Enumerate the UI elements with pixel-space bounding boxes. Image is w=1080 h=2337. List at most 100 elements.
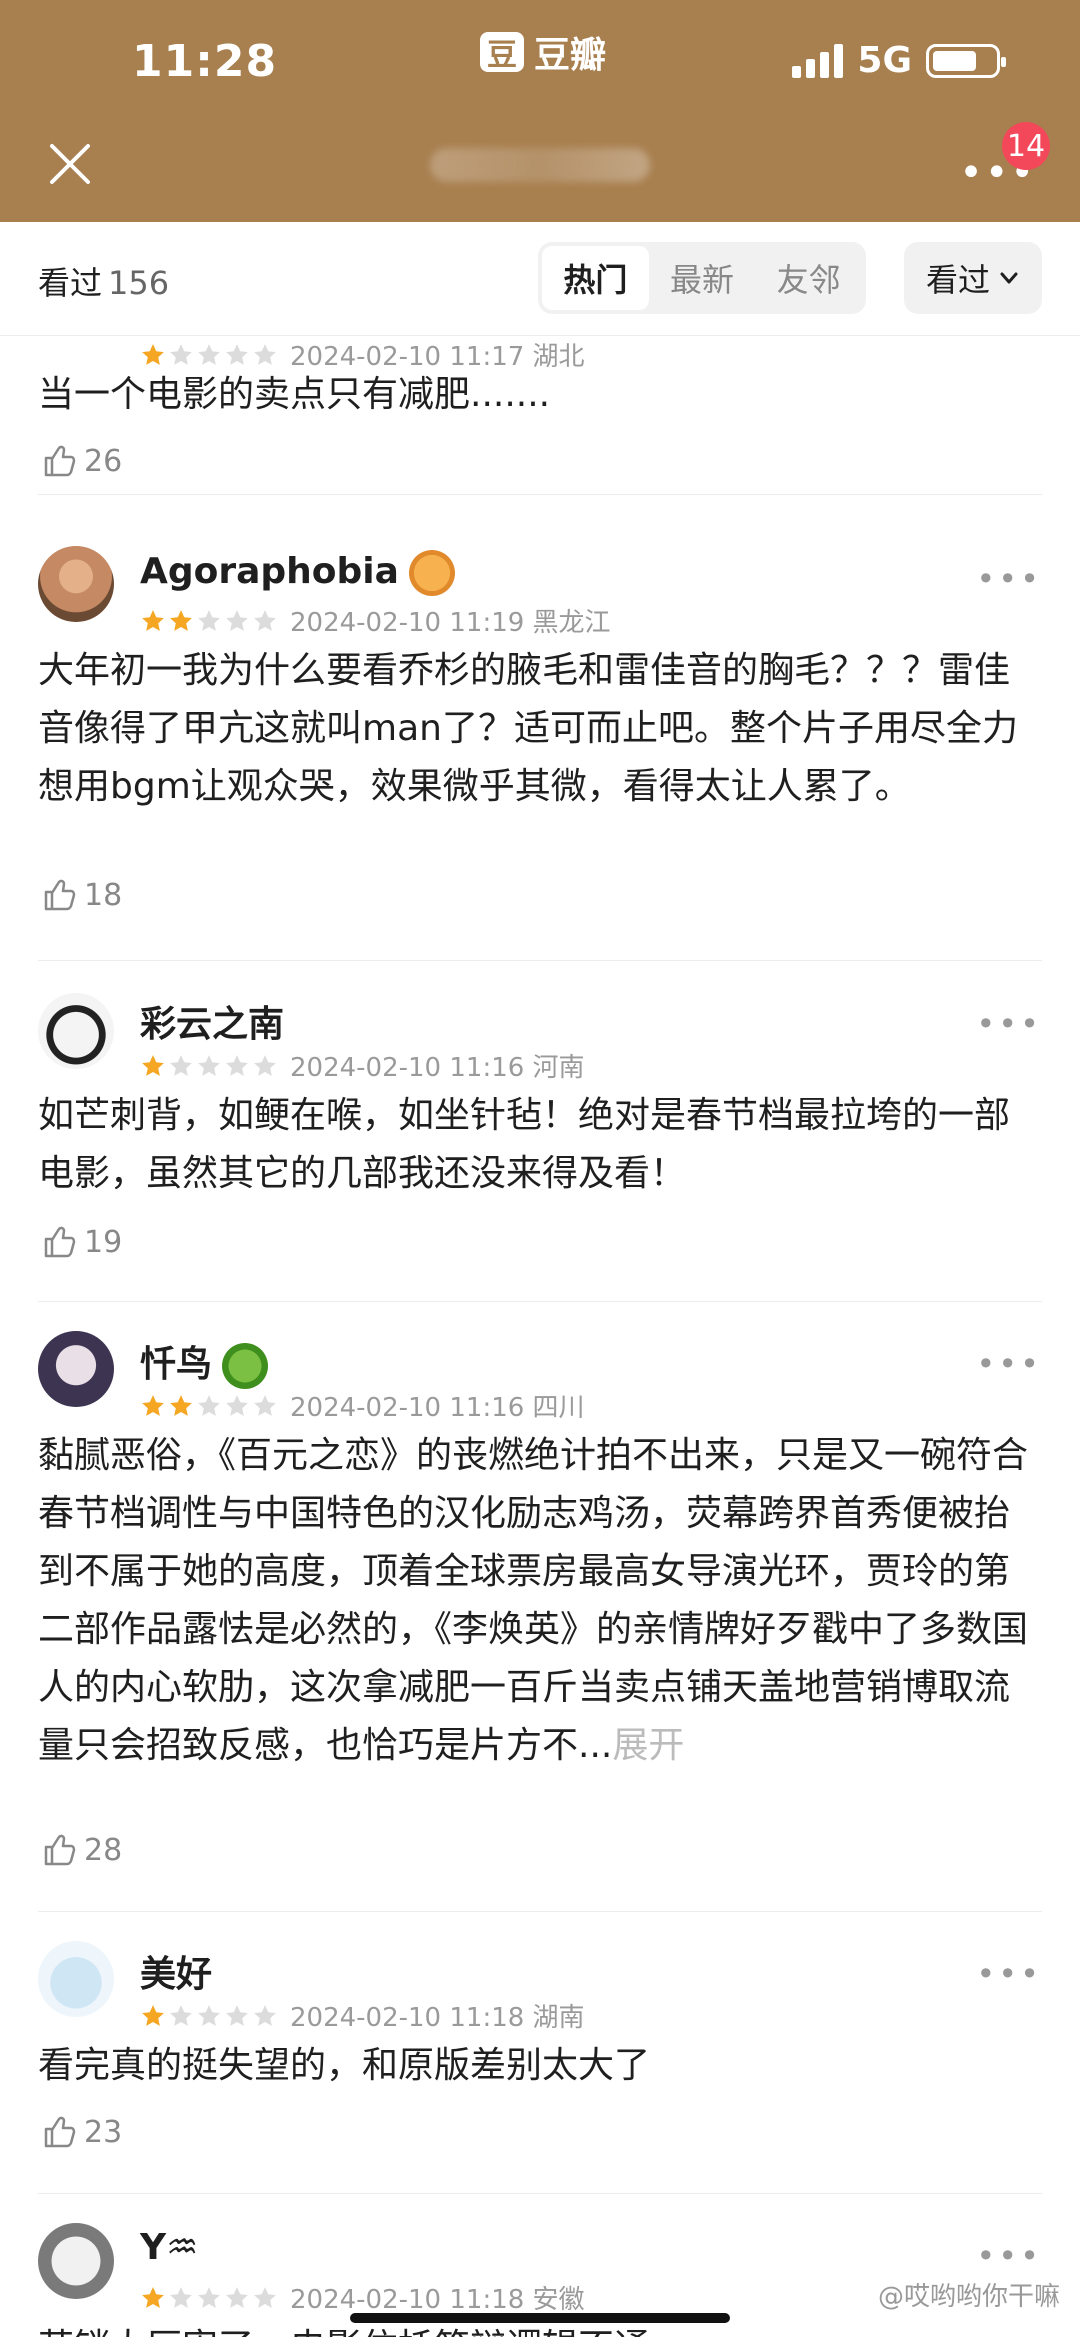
- user-avatar[interactable]: [38, 2223, 114, 2299]
- like-button[interactable]: 23: [40, 2113, 122, 2151]
- star-empty-icon: [198, 343, 220, 365]
- star-filled-icon: [142, 1394, 164, 1416]
- thumbs-up-icon: [44, 1226, 76, 1258]
- tiger-badge-icon: [408, 550, 455, 596]
- status-indicators: 5G: [792, 40, 1006, 81]
- like-button[interactable]: 28: [40, 1831, 122, 1869]
- rating-stars: [140, 2285, 278, 2311]
- tab-friends[interactable]: 友邻: [755, 246, 862, 310]
- star-filled-icon: [170, 1394, 192, 1416]
- chevron-down-icon: [1000, 272, 1018, 284]
- star-empty-icon: [226, 2004, 248, 2026]
- star-empty-icon: [198, 609, 220, 631]
- review-text: 当一个电影的卖点只有减肥.......: [38, 374, 551, 415]
- review-more-icon[interactable]: •••: [976, 1345, 1042, 1383]
- star-filled-icon: [170, 609, 192, 631]
- star-empty-icon: [170, 2004, 192, 2026]
- dragon-badge-icon: [222, 1343, 269, 1389]
- status-filter-label: 看过: [925, 261, 990, 299]
- expand-link[interactable]: 展开: [612, 1725, 684, 1766]
- status-app: 豆 豆瓣: [480, 26, 606, 78]
- star-empty-icon: [226, 2286, 248, 2308]
- user-avatar[interactable]: [38, 993, 114, 1069]
- review-text: 看完真的挺失望的，和原版差别太大了: [38, 2045, 651, 2086]
- seen-summary: 看过 156: [38, 258, 169, 304]
- star-empty-icon: [226, 1394, 248, 1416]
- blurred-title: [430, 148, 650, 182]
- like-count: 28: [84, 1832, 123, 1868]
- star-empty-icon: [254, 1054, 276, 1076]
- star-empty-icon: [198, 2004, 220, 2026]
- review-item: 美好 2024-02-10 11:18 湖南 ••• 看完真的挺失望的，和原版差…: [0, 1911, 1080, 2194]
- like-button[interactable]: 18: [40, 876, 122, 914]
- like-count: 19: [84, 1224, 123, 1260]
- review-list: 2024-02-10 11:17 湖北 当一个电影的卖点只有减肥....... …: [0, 336, 1080, 2337]
- star-empty-icon: [198, 1054, 220, 1076]
- seen-label: 看过: [38, 264, 103, 302]
- like-count: 23: [84, 2114, 123, 2150]
- user-avatar[interactable]: [38, 1941, 114, 2017]
- douban-logo-icon: 豆: [480, 32, 524, 73]
- review-meta-text: 2024-02-10 11:19 黑龙江: [290, 608, 611, 638]
- like-button[interactable]: 26: [40, 442, 122, 480]
- review-item: 忏鸟 2024-02-10 11:16 四川 ••• 黏腻恶俗，《百元之恋》的丧…: [0, 1301, 1080, 1912]
- review-more-icon[interactable]: •••: [976, 1955, 1042, 1993]
- thumbs-up-icon: [44, 1834, 76, 1866]
- review-meta: 2024-02-10 11:16 河南: [140, 1047, 585, 1084]
- thumbs-up-icon: [44, 445, 76, 477]
- app-name: 豆瓣: [534, 35, 607, 76]
- star-empty-icon: [226, 343, 248, 365]
- divider: [38, 494, 1042, 495]
- rating-stars: [140, 2003, 278, 2029]
- star-filled-icon: [142, 609, 164, 631]
- user-avatar[interactable]: [38, 546, 114, 622]
- star-empty-icon: [254, 343, 276, 365]
- username[interactable]: Y♒: [140, 2227, 198, 2268]
- close-icon[interactable]: [44, 138, 96, 190]
- watermark: @哎哟哟你干嘛: [877, 2282, 1060, 2312]
- star-empty-icon: [226, 1054, 248, 1076]
- username[interactable]: 美好: [140, 1945, 212, 1997]
- star-filled-icon: [142, 343, 164, 365]
- star-empty-icon: [254, 2286, 276, 2308]
- username[interactable]: Agoraphobia: [140, 550, 455, 596]
- star-empty-icon: [254, 609, 276, 631]
- username[interactable]: 忏鸟: [140, 1335, 269, 1389]
- like-count: 18: [84, 877, 123, 913]
- star-filled-icon: [142, 2004, 164, 2026]
- star-empty-icon: [198, 1394, 220, 1416]
- username-text: Agoraphobia: [140, 551, 399, 592]
- review-more-icon[interactable]: •••: [976, 560, 1042, 598]
- thumbs-up-icon: [44, 2116, 76, 2148]
- review-more-icon[interactable]: •••: [976, 1005, 1042, 1043]
- username[interactable]: 彩云之南: [140, 995, 284, 1047]
- signal-icon: [792, 43, 844, 78]
- status-time: 11:28: [132, 36, 278, 87]
- star-filled-icon: [142, 2286, 164, 2308]
- star-empty-icon: [170, 2286, 192, 2308]
- notification-badge: 14: [1002, 122, 1050, 170]
- like-button[interactable]: 19: [40, 1223, 122, 1261]
- home-indicator[interactable]: [350, 2313, 730, 2323]
- review-item: 彩云之南 2024-02-10 11:16 河南 ••• 如芒刺背，如鲠在喉，如…: [0, 961, 1080, 1302]
- battery-icon: [926, 43, 1006, 78]
- review-more-icon[interactable]: •••: [976, 2237, 1042, 2275]
- review-text: 如芒刺背，如鲠在喉，如坐针毡！绝对是春节档最拉垮的一部电影，虽然其它的几部我还没…: [38, 1095, 1011, 1194]
- review-meta: 2024-02-10 11:19 黑龙江: [140, 602, 611, 639]
- user-avatar[interactable]: [38, 1331, 114, 1407]
- star-empty-icon: [198, 2286, 220, 2308]
- review-meta-text: 2024-02-10 11:18 湖南: [290, 2003, 585, 2033]
- star-filled-icon: [142, 1054, 164, 1076]
- filter-bar: 看过 156 热门 最新 友邻 看过: [0, 222, 1080, 336]
- seen-count: 156: [108, 264, 170, 302]
- username-text: 忏鸟: [140, 1344, 213, 1385]
- star-empty-icon: [226, 609, 248, 631]
- review-meta: 2024-02-10 11:16 四川: [140, 1387, 585, 1424]
- tab-hot[interactable]: 热门: [542, 246, 649, 310]
- status-filter-dropdown[interactable]: 看过: [904, 242, 1042, 314]
- tab-latest[interactable]: 最新: [649, 246, 756, 310]
- star-empty-icon: [170, 1054, 192, 1076]
- thumbs-up-icon: [44, 879, 76, 911]
- review-meta-text: 2024-02-10 11:16 四川: [290, 1393, 585, 1423]
- rating-stars: [140, 342, 278, 368]
